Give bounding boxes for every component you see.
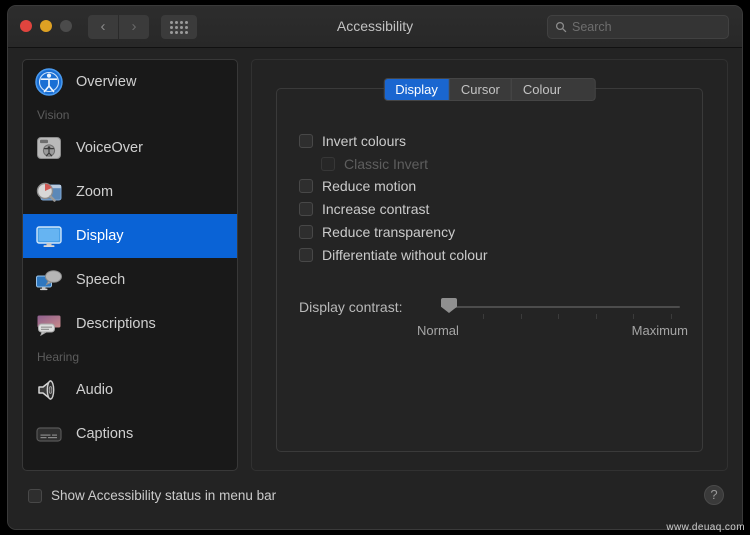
checkbox-show-accessibility-status[interactable]: Show Accessibility status in menu bar: [28, 488, 276, 503]
checkbox-label: Reduce transparency: [322, 224, 456, 240]
voiceover-icon: [34, 133, 64, 163]
bottom-bar: Show Accessibility status in menu bar ?: [8, 473, 742, 529]
checkbox-reduce-transparency[interactable]: Reduce transparency: [299, 224, 455, 240]
checkbox-increase-contrast[interactable]: Increase contrast: [299, 201, 429, 217]
sidebar-header-hearing: Hearing: [37, 350, 80, 364]
display-monitor-icon: [34, 221, 64, 251]
sidebar-item-label: Zoom: [76, 184, 114, 200]
sidebar-item-overview[interactable]: Overview: [23, 60, 237, 104]
tab-bar: Display Cursor Colour Filters: [383, 78, 596, 101]
sidebar-item-label: Speech: [76, 272, 126, 288]
checkbox-label: Invert colours: [322, 133, 407, 149]
search-input[interactable]: [572, 20, 712, 34]
sidebar-item-voiceover[interactable]: VoiceOver: [23, 126, 237, 170]
sidebar: Overview Vision VoiceOver Zoom Display S…: [22, 59, 238, 471]
checkbox-label: Reduce motion: [322, 178, 417, 194]
sidebar-item-label: VoiceOver: [76, 140, 143, 156]
sidebar-item-label: Descriptions: [76, 316, 156, 332]
search-field[interactable]: [547, 15, 729, 39]
main-panel: Display Cursor Colour Filters Invert col…: [251, 59, 728, 471]
display-settings-group: Display Cursor Colour Filters Invert col…: [276, 78, 703, 452]
checkbox-label: Increase contrast: [322, 201, 430, 217]
search-icon: [555, 21, 567, 33]
sidebar-item-speech[interactable]: Speech: [23, 258, 237, 302]
display-contrast-label: Display contrast:: [299, 299, 403, 315]
slider-max-label: Maximum: [631, 323, 688, 338]
checkbox-box[interactable]: [299, 225, 313, 239]
accessibility-person-icon: [34, 67, 64, 97]
checkbox-box[interactable]: [28, 488, 42, 503]
checkbox-classic-invert: Classic Invert: [321, 156, 428, 172]
speaker-icon: [34, 375, 64, 405]
zoom-magnifier-icon: [34, 177, 64, 207]
slider-thumb[interactable]: [441, 298, 457, 313]
descriptions-icon: [34, 309, 64, 339]
sidebar-item-descriptions[interactable]: Descriptions: [23, 302, 237, 346]
checkbox-box: [321, 157, 335, 171]
sidebar-item-zoom[interactable]: Zoom: [23, 170, 237, 214]
checkbox-box[interactable]: [299, 202, 313, 216]
sidebar-item-label: Overview: [76, 74, 137, 90]
checkbox-differentiate-without-colour[interactable]: Differentiate without colour: [299, 247, 488, 263]
window-titlebar: ‹ › Accessibility: [8, 6, 742, 48]
sidebar-header-vision: Vision: [37, 108, 70, 122]
checkbox-invert-colours[interactable]: Invert colours: [299, 133, 406, 149]
help-button[interactable]: ?: [704, 485, 724, 505]
sidebar-item-label: Captions: [76, 426, 134, 442]
preferences-window: ‹ › Accessibility Search Overview Vision…: [7, 5, 743, 530]
checkbox-box[interactable]: [299, 248, 313, 262]
sidebar-item-audio[interactable]: Audio: [23, 368, 237, 412]
speech-bubble-monitor-icon: [34, 265, 64, 295]
checkbox-label: Differentiate without colour: [322, 247, 488, 263]
sidebar-item-label: Audio: [76, 382, 114, 398]
tab-colour-filters[interactable]: Colour Filters: [511, 79, 595, 100]
slider-track[interactable]: [446, 306, 680, 319]
captions-icon: [34, 419, 64, 449]
sidebar-item-captions[interactable]: Captions: [23, 412, 237, 456]
watermark: www.deuaq.com: [666, 522, 745, 533]
checkbox-reduce-motion[interactable]: Reduce motion: [299, 178, 416, 194]
checkbox-label: Classic Invert: [344, 156, 429, 172]
window-content: Overview Vision VoiceOver Zoom Display S…: [8, 48, 742, 529]
sidebar-item-label: Display: [76, 228, 124, 244]
sidebar-item-display[interactable]: Display: [23, 214, 237, 258]
slider-min-label: Normal: [417, 323, 459, 338]
tab-cursor[interactable]: Cursor: [449, 79, 512, 100]
checkbox-box[interactable]: [299, 134, 313, 148]
checkbox-label: Show Accessibility status in menu bar: [51, 488, 277, 503]
tab-display[interactable]: Display: [384, 79, 450, 100]
checkbox-box[interactable]: [299, 179, 313, 193]
